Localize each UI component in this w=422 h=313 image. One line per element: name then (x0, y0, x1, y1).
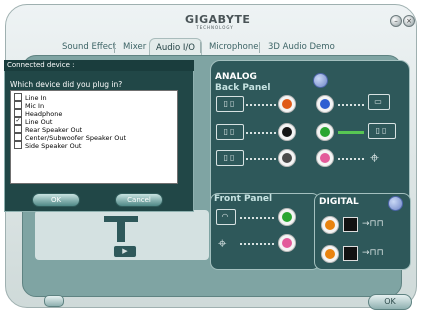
jack-green[interactable] (316, 123, 334, 141)
option-rear-speaker-out[interactable]: Rear Speaker Out (14, 125, 82, 134)
checkbox[interactable] (14, 133, 22, 141)
dialog-title: Connected device : (4, 60, 194, 71)
tab-sound-effect[interactable]: Sound Effect (56, 38, 122, 56)
tab-separator (259, 42, 260, 53)
checkbox[interactable] (14, 125, 22, 133)
ok-button[interactable]: OK (368, 294, 412, 310)
jack-pink[interactable] (316, 149, 334, 167)
coaxial-out-icon[interactable] (321, 245, 339, 263)
jack-black[interactable] (278, 123, 296, 141)
tab-microphone[interactable]: Microphone (203, 38, 264, 56)
jack-orange[interactable] (278, 95, 296, 113)
device-image-stem (117, 222, 125, 242)
minimize-icon[interactable]: – (390, 15, 402, 27)
back-panel-title: Back Panel (215, 83, 271, 93)
signal-wave-icon: →⊓⊓ (362, 248, 384, 258)
front-panel-title: Front Panel (214, 194, 273, 204)
checkbox-checked[interactable]: ✓ (14, 117, 22, 125)
front-panel (210, 193, 320, 270)
checkbox[interactable] (14, 109, 22, 117)
connector-line (240, 243, 274, 247)
tab-mixer[interactable]: Mixer (117, 38, 152, 56)
headphone-icon: ◠ (216, 209, 236, 225)
speaker-icon: ▯▯ (216, 124, 244, 140)
speaker-icon: ▯▯ (216, 96, 244, 112)
connector-line (338, 158, 364, 162)
checkbox[interactable] (14, 93, 22, 101)
connector-line (246, 132, 276, 136)
tab-separator (114, 42, 115, 53)
checkbox[interactable] (14, 101, 22, 109)
tab-3d-audio-demo[interactable]: 3D Audio Demo (262, 38, 341, 56)
jack-blue[interactable] (316, 95, 334, 113)
connector-line (240, 217, 274, 221)
speaker-icon: ▯▯ (368, 123, 396, 139)
mic-icon: ⌖ (370, 148, 380, 167)
optical-out-icon[interactable] (343, 246, 358, 261)
connector-line (338, 104, 364, 108)
monitor-icon: ▭ (368, 94, 390, 110)
connector-line-active (338, 131, 364, 134)
optical-out-icon[interactable] (343, 217, 358, 232)
speaker-icon: ▯▯ (216, 150, 244, 166)
brand-logo-sub: TECHNOLOGY (196, 25, 234, 30)
connector-line (246, 158, 276, 162)
jack-grey[interactable] (278, 149, 296, 167)
play-icon[interactable]: ▶ (113, 245, 137, 258)
checkbox[interactable] (14, 141, 22, 149)
dialog-ok-button[interactable]: OK (32, 193, 80, 207)
close-icon[interactable]: × (403, 15, 415, 27)
signal-wave-icon: →⊓⊓ (362, 219, 384, 229)
tab-separator (200, 42, 201, 53)
coaxial-out-icon[interactable] (321, 216, 339, 234)
dialog-question: Which device did you plug in? (10, 80, 123, 89)
option-center-subwoofer-out[interactable]: Center/Subwoofer Speaker Out (14, 133, 126, 142)
info-icon[interactable] (388, 196, 403, 211)
jack-front-pink[interactable] (278, 234, 296, 252)
digital-title: DIGITAL (319, 197, 359, 207)
option-side-speaker-out[interactable]: Side Speaker Out (14, 141, 81, 150)
info-icon[interactable] (313, 73, 328, 88)
analog-title: ANALOG (215, 72, 257, 82)
connector-line (246, 104, 276, 108)
jack-front-green[interactable] (278, 208, 296, 226)
device-option-list: Line In Mic In Headphone ✓ Line Out Rear … (10, 90, 178, 184)
mic-icon: ⌖ (218, 234, 227, 252)
dialog-cancel-button[interactable]: Cancel (115, 193, 163, 207)
footer-toggle-icon[interactable] (44, 295, 64, 307)
